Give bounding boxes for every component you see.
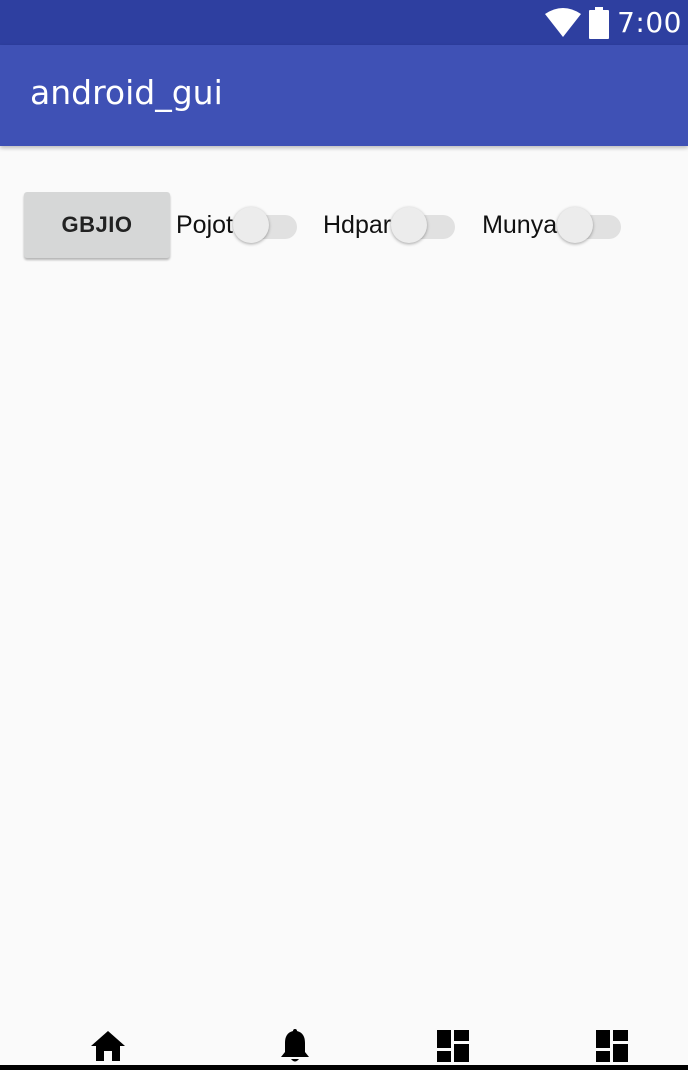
bottom-nav bbox=[0, 1020, 688, 1070]
toggle-switch[interactable] bbox=[557, 205, 623, 245]
switch-pojot[interactable]: Pojot bbox=[176, 192, 299, 258]
dashboard-icon bbox=[437, 1030, 469, 1062]
app-bar: android_gui bbox=[0, 45, 688, 146]
switch-label: Pojot bbox=[176, 210, 233, 239]
nav-dashboard-2[interactable] bbox=[592, 1026, 632, 1066]
switch-hdpar[interactable]: Hdpar bbox=[323, 192, 457, 258]
toggle-switch[interactable] bbox=[391, 205, 457, 245]
switch-thumb[interactable] bbox=[232, 207, 269, 243]
status-bar: 7:00 bbox=[0, 0, 688, 45]
nav-bottom-line bbox=[0, 1065, 688, 1070]
screen: 7:00 android_gui GBJIO Pojot Hdpar Munya bbox=[0, 0, 688, 1070]
nav-dashboard-1[interactable] bbox=[433, 1026, 473, 1066]
wifi-icon bbox=[545, 7, 582, 37]
status-icons: 7:00 bbox=[545, 0, 682, 45]
nav-notifications[interactable] bbox=[275, 1026, 315, 1066]
home-icon bbox=[91, 1031, 125, 1061]
app-title: android_gui bbox=[30, 73, 223, 112]
bell-icon bbox=[281, 1029, 309, 1062]
status-time: 7:00 bbox=[617, 6, 682, 39]
gbjio-button[interactable]: GBJIO bbox=[24, 192, 170, 258]
switch-label: Hdpar bbox=[322, 210, 392, 239]
switch-thumb[interactable] bbox=[557, 207, 594, 243]
dashboard-icon bbox=[596, 1030, 628, 1062]
switch-label: Munya bbox=[482, 210, 558, 239]
battery-icon bbox=[589, 6, 610, 39]
nav-home[interactable] bbox=[88, 1026, 128, 1066]
content-row: GBJIO Pojot Hdpar Munya bbox=[24, 192, 623, 258]
switch-thumb[interactable] bbox=[391, 207, 428, 243]
toggle-switch[interactable] bbox=[232, 205, 299, 245]
switch-munya[interactable]: Munya bbox=[482, 192, 623, 258]
